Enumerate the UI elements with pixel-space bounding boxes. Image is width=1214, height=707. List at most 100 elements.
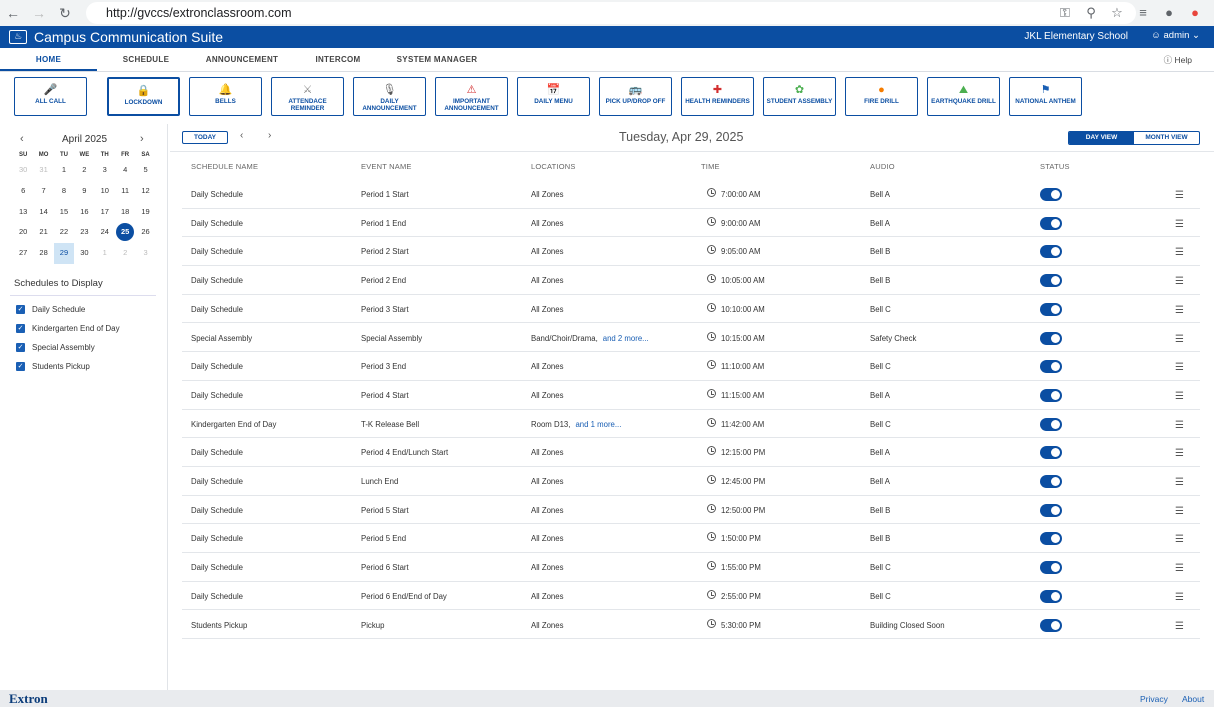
important-announcement-button[interactable]: ⚠ IMPORTANT ANNOUNCEMENT (435, 77, 508, 116)
status-toggle[interactable] (1040, 589, 1062, 603)
calendar-day[interactable]: 7 (33, 181, 53, 202)
table-row[interactable]: Daily Schedule Period 3 End All Zones 11:10… (182, 352, 1200, 381)
next-day-icon[interactable]: › (268, 130, 271, 141)
status-toggle[interactable] (1040, 360, 1062, 374)
calendar-day[interactable]: 3 (95, 160, 115, 181)
bells-button[interactable]: 🔔 BELLS (189, 77, 262, 116)
calendar-day[interactable]: 3 (135, 243, 155, 264)
pickup-dropoff-button[interactable]: 🚌 PICK UP/DROP OFF (599, 77, 672, 116)
calendar-day-selected[interactable]: 29 (53, 243, 75, 264)
checkbox-checked-icon[interactable]: ✓ (16, 324, 25, 333)
settings-sliders-icon[interactable]: ☰ (1175, 190, 1184, 201)
table-row[interactable]: Special Assembly Special Assembly Band/Cho… (182, 324, 1200, 353)
status-toggle[interactable] (1040, 475, 1062, 488)
table-row[interactable]: Students Pickup Pickup All Zones 5:30:00 PM… (182, 611, 1200, 640)
health-reminders-button[interactable]: ✚ HEALTH REMINDERS (681, 77, 754, 116)
status-toggle[interactable] (1040, 388, 1062, 402)
settings-sliders-icon[interactable]: ☰ (1175, 477, 1184, 488)
tab-announcement[interactable]: ANNOUNCEMENT (196, 48, 288, 71)
help-link[interactable]: ⓘ Help (1164, 54, 1192, 66)
settings-sliders-icon[interactable]: ☰ (1175, 621, 1184, 632)
zoom-icon[interactable]: ⚲ (1078, 3, 1104, 23)
tab-schedule[interactable]: SCHEDULE (113, 48, 179, 71)
table-row[interactable]: Daily Schedule Period 5 End All Zones 1:50:… (182, 524, 1200, 554)
settings-sliders-icon[interactable]: ☰ (1175, 362, 1184, 373)
calendar-day[interactable]: 30 (13, 160, 33, 181)
settings-sliders-icon[interactable]: ☰ (1175, 534, 1184, 545)
calendar-day[interactable]: 30 (74, 243, 94, 264)
tab-home[interactable]: HOME (0, 48, 97, 71)
calendar-day[interactable]: 26 (135, 222, 155, 243)
calendar-day[interactable]: 31 (33, 160, 53, 181)
calendar-day[interactable]: 19 (135, 202, 155, 223)
more-locations-link[interactable]: and 2 more... (603, 334, 649, 343)
calendar-day[interactable]: 28 (33, 243, 53, 264)
status-toggle[interactable] (1040, 561, 1062, 575)
table-row[interactable]: Daily Schedule Lunch End All Zones 12:45:00… (182, 467, 1200, 496)
status-toggle[interactable] (1040, 503, 1062, 517)
table-row[interactable]: Daily Schedule Period 6 Start All Zones 1:5… (182, 553, 1200, 582)
menu-list-icon[interactable]: ≡ (1130, 3, 1156, 23)
calendar-day[interactable]: 14 (33, 202, 53, 223)
calendar-day[interactable]: 12 (135, 181, 155, 202)
schedule-filter-item[interactable]: ✓ Students Pickup (16, 362, 90, 371)
settings-sliders-icon[interactable]: ☰ (1175, 276, 1184, 287)
back-arrow-icon[interactable]: ← (0, 5, 26, 21)
calendar-day[interactable]: 16 (74, 202, 94, 223)
calendar-day[interactable]: 1 (95, 243, 115, 264)
status-toggle[interactable] (1040, 302, 1062, 316)
checkbox-checked-icon[interactable]: ✓ (16, 305, 25, 314)
privacy-link[interactable]: Privacy (1140, 694, 1168, 704)
profile-icon[interactable]: ● (1156, 3, 1182, 23)
table-row[interactable]: Daily Schedule Period 2 End All Zones 10:05… (182, 266, 1200, 295)
daily-announcement-button[interactable]: 🎙 DAILY ANNOUNCEMENT (353, 77, 426, 116)
tab-intercom[interactable]: INTERCOM (306, 48, 370, 71)
settings-sliders-icon[interactable]: ☰ (1175, 391, 1184, 402)
calendar-day[interactable]: 1 (54, 160, 74, 181)
more-locations-link[interactable]: and 1 more... (575, 420, 621, 429)
calendar-day[interactable]: 8 (54, 181, 74, 202)
day-view-button[interactable]: DAY VIEW (1069, 132, 1134, 144)
calendar-day[interactable]: 21 (33, 222, 53, 243)
prev-month-icon[interactable]: ‹ (20, 133, 24, 145)
table-row[interactable]: Daily Schedule Period 5 Start All Zones 12:… (182, 496, 1200, 525)
calendar-day[interactable]: 27 (13, 243, 33, 264)
status-toggle[interactable] (1040, 446, 1062, 460)
key-icon[interactable]: ⚿ (1052, 3, 1078, 23)
student-assembly-button[interactable]: ✿ STUDENT ASSEMBLY (763, 77, 836, 116)
calendar-day[interactable]: 20 (13, 222, 33, 243)
calendar-day[interactable]: 10 (95, 181, 115, 202)
checkbox-checked-icon[interactable]: ✓ (16, 343, 25, 352)
all-call-button[interactable]: 🎤 ALL CALL (14, 77, 87, 116)
table-row[interactable]: Kindergarten End of Day T-K Release Bell R… (182, 410, 1200, 439)
table-row[interactable]: Daily Schedule Period 4 Start All Zones 11:… (182, 381, 1200, 410)
attendance-reminder-button[interactable]: ⚔ ATTENDACE REMINDER (271, 77, 344, 116)
settings-sliders-icon[interactable]: ☰ (1175, 334, 1184, 345)
calendar-day[interactable]: 22 (54, 222, 74, 243)
settings-sliders-icon[interactable]: ☰ (1175, 506, 1184, 517)
about-link[interactable]: About (1182, 694, 1204, 704)
calendar-day[interactable]: 4 (115, 160, 135, 181)
daily-menu-button[interactable]: 📅 DAILY MENU (517, 77, 590, 116)
settings-sliders-icon[interactable]: ☰ (1175, 305, 1184, 316)
table-row[interactable]: Daily Schedule Period 4 End/Lunch Start Al… (182, 438, 1200, 467)
today-button[interactable]: TODAY (182, 131, 228, 144)
lockdown-button[interactable]: 🔒 LOCKDOWN (107, 77, 180, 116)
month-view-button[interactable]: MONTH VIEW (1134, 132, 1199, 144)
national-anthem-button[interactable]: ⚑ NATIONAL ANTHEM (1009, 77, 1082, 116)
calendar-day[interactable]: 17 (95, 202, 115, 223)
calendar-day-today[interactable]: 25 (115, 222, 135, 243)
schedule-filter-item[interactable]: ✓ Special Assembly (16, 343, 95, 352)
table-row[interactable]: Daily Schedule Period 6 End/End of Day All… (182, 582, 1200, 611)
settings-sliders-icon[interactable]: ☰ (1175, 563, 1184, 574)
calendar-day[interactable]: 6 (13, 181, 33, 202)
fire-drill-button[interactable]: ● FIRE DRILL (845, 77, 918, 116)
user-menu[interactable]: ☺ admin ⌄ (1151, 30, 1200, 41)
calendar-day[interactable]: 2 (115, 243, 135, 264)
calendar-day[interactable]: 23 (74, 222, 94, 243)
settings-sliders-icon[interactable]: ☰ (1175, 247, 1184, 258)
calendar-day[interactable]: 5 (135, 160, 155, 181)
star-icon[interactable]: ☆ (1104, 3, 1130, 23)
settings-sliders-icon[interactable]: ☰ (1175, 592, 1184, 603)
table-row[interactable]: Daily Schedule Period 1 Start All Zones 7:0… (182, 180, 1200, 209)
